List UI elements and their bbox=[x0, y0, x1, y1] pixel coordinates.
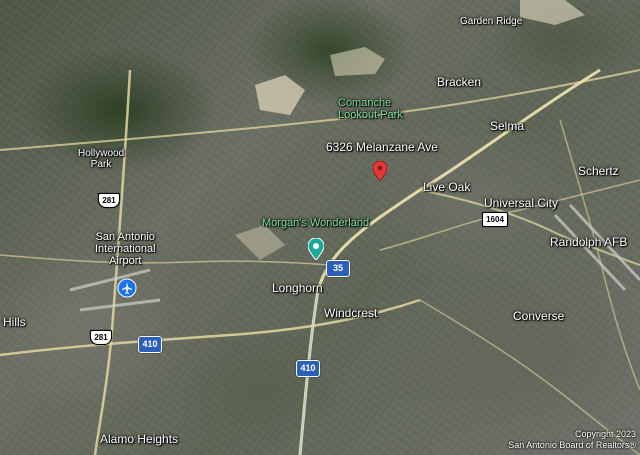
place-label-bracken: Bracken bbox=[437, 75, 482, 89]
place-label-alamo-heights: Alamo Heights bbox=[100, 432, 179, 446]
place-label-randolph-afb: Randolph AFB bbox=[550, 235, 628, 249]
map-copyright: Copyright 2023 San Antonio Board of Real… bbox=[508, 429, 636, 451]
attraction-pin-icon[interactable] bbox=[308, 238, 324, 260]
place-label-universal-city: Universal City bbox=[484, 196, 559, 210]
airport-pin-icon[interactable] bbox=[117, 278, 137, 300]
place-label-windcrest: Windcrest bbox=[324, 306, 378, 320]
place-label-hollywood-park: Hollywood Park bbox=[78, 148, 125, 170]
place-label-garden-ridge: Garden Ridge bbox=[460, 16, 523, 27]
park-label-comanche-lookout[interactable]: Comanche Lookout Park bbox=[338, 97, 403, 121]
interstate-410-shield-west: 410 bbox=[138, 336, 162, 353]
interstate-35-shield: 35 bbox=[326, 260, 350, 277]
place-label-schertz: Schertz bbox=[578, 164, 619, 178]
place-label-hills: Hills bbox=[3, 315, 26, 329]
copyright-line-1: Copyright 2023 bbox=[574, 429, 636, 439]
copyright-line-2: San Antonio Board of Realtors® bbox=[508, 440, 636, 450]
loop-1604-shield: 1604 bbox=[482, 212, 508, 227]
us-281-shield-south: 281 bbox=[90, 330, 112, 345]
place-label-selma: Selma bbox=[490, 119, 525, 133]
interstate-410-shield-east: 410 bbox=[296, 360, 320, 377]
place-label-live-oak: Live Oak bbox=[423, 180, 471, 194]
airport-label-san-antonio[interactable]: San Antonio International Airport bbox=[95, 231, 156, 267]
satellite-map[interactable]: Garden Ridge Bracken Comanche Lookout Pa… bbox=[0, 0, 640, 455]
us-281-shield-north: 281 bbox=[98, 193, 120, 208]
attraction-label-morgans-wonderland[interactable]: Morgan's Wonderland bbox=[262, 217, 369, 229]
property-location-pin-icon[interactable] bbox=[373, 161, 387, 181]
address-label: 6326 Melanzane Ave bbox=[326, 140, 438, 154]
place-label-converse: Converse bbox=[513, 309, 565, 323]
place-label-longhorn: Longhorn bbox=[272, 281, 323, 295]
